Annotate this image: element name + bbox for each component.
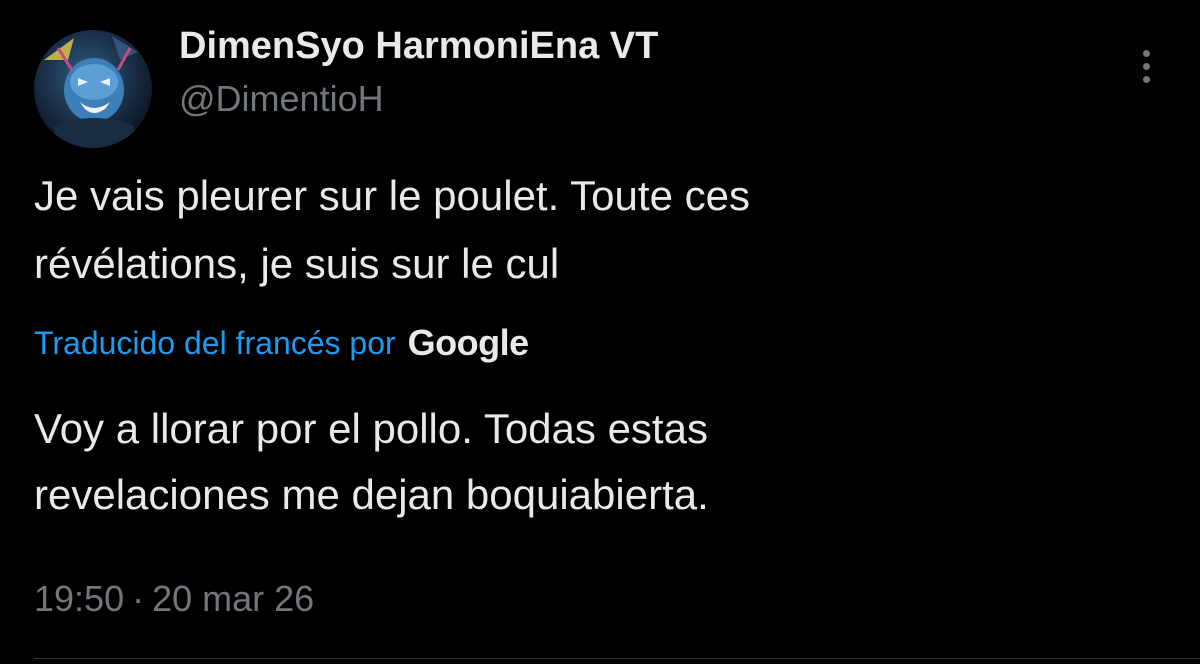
tweet: DimenSyo HarmoniEna VT @DimentioH Je vai… xyxy=(0,0,1200,664)
tweet-text-line: Je vais pleurer sur le poulet. Toute ces xyxy=(34,172,750,219)
profile-avatar[interactable] xyxy=(34,30,152,148)
translation-attribution: Traducido del francés por Google xyxy=(34,318,529,368)
translated-text: Voy a llorar por el pollo. Todas estas r… xyxy=(34,396,1134,528)
user-display-name[interactable]: DimenSyo HarmoniEna VT xyxy=(179,22,658,70)
more-options-icon[interactable] xyxy=(1126,46,1166,86)
avatar-image xyxy=(44,36,138,148)
more-dot xyxy=(1142,62,1150,70)
tweet-text-line: révélations, je suis sur le cul xyxy=(34,240,560,287)
user-handle[interactable]: @DimentioH xyxy=(179,76,384,122)
translated-text-line: revelaciones me dejan boquiabierta. xyxy=(34,471,709,518)
tweet-text: Je vais pleurer sur le poulet. Toute ces… xyxy=(34,162,1134,298)
divider xyxy=(34,658,1200,659)
google-logo: Google xyxy=(407,322,530,363)
translated-text-line: Voy a llorar por el pollo. Todas estas xyxy=(34,405,708,452)
more-dot xyxy=(1142,49,1150,57)
tweet-timestamp[interactable]: 19:50 · 20 mar 26 xyxy=(34,576,314,622)
tweet-time: 19:50 xyxy=(34,578,125,619)
translation-label[interactable]: Traducido del francés por xyxy=(34,325,396,362)
more-dot xyxy=(1142,75,1150,83)
tweet-date: 20 mar 26 xyxy=(152,578,315,619)
meta-separator: · xyxy=(132,578,145,619)
